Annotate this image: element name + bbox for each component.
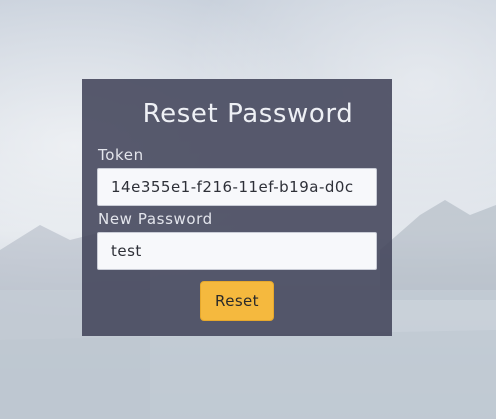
new-password-label: New Password — [98, 210, 213, 228]
page-title: Reset Password — [142, 99, 354, 129]
new-password-input[interactable] — [97, 232, 377, 270]
token-input[interactable] — [97, 168, 377, 206]
reset-button[interactable]: Reset — [200, 281, 274, 321]
token-label: Token — [98, 146, 144, 164]
